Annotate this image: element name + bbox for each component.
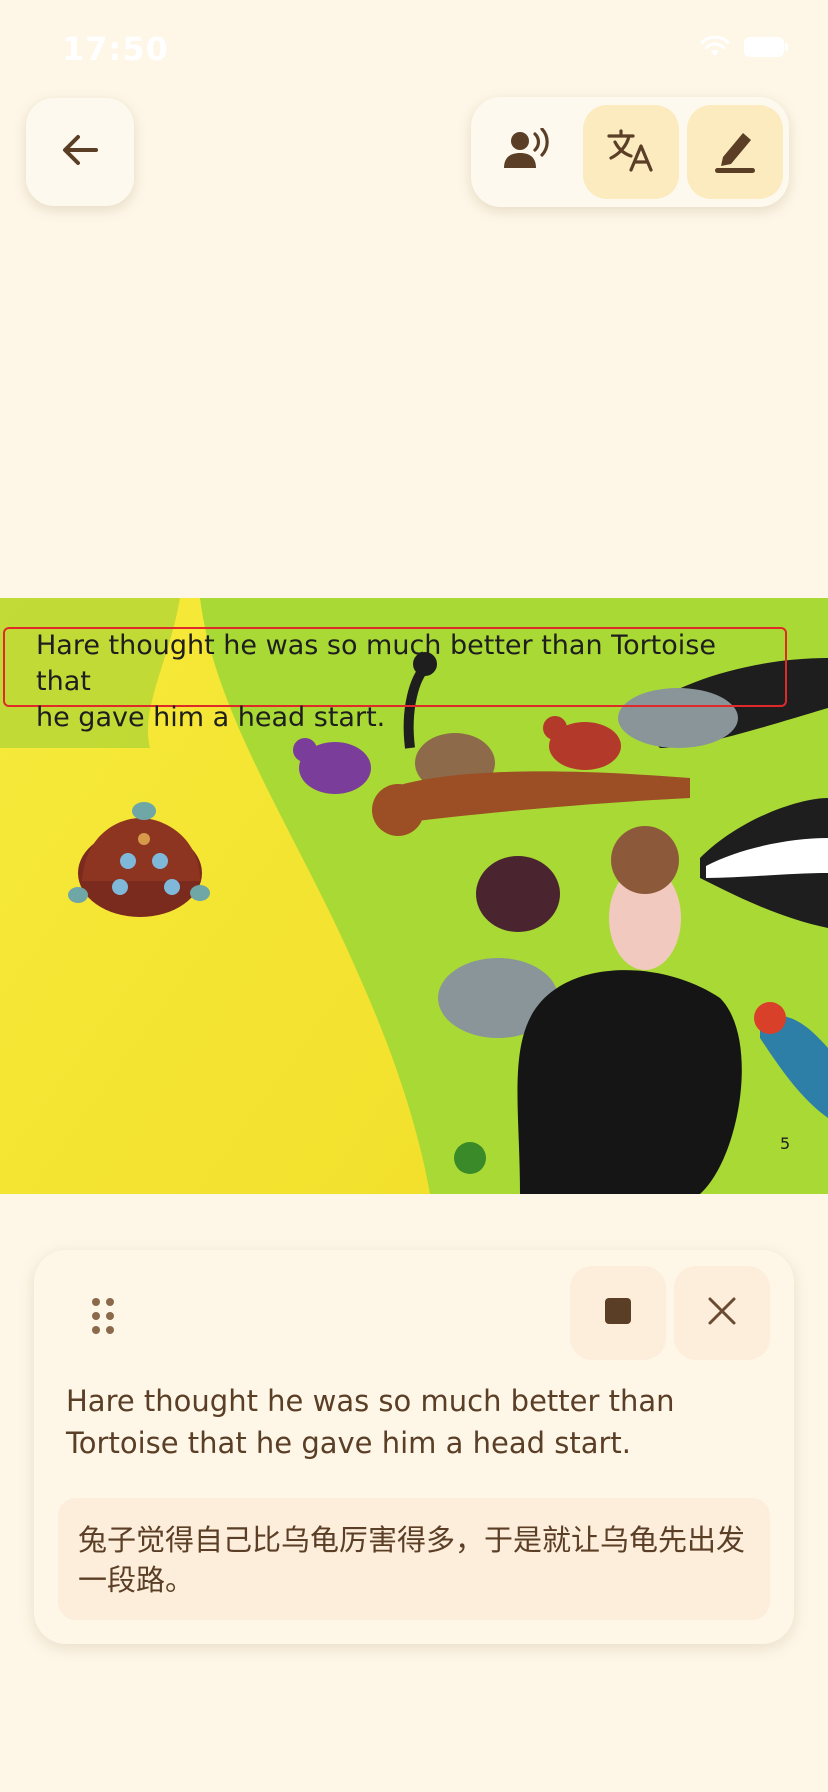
arrow-left-icon	[60, 132, 100, 172]
page-number: 5	[780, 1134, 791, 1153]
translate-icon	[607, 128, 655, 176]
translate-button[interactable]	[583, 105, 679, 199]
page-text-line2: he gave him a head start.	[36, 702, 386, 733]
back-button[interactable]	[26, 98, 134, 206]
screen: 17:50 Hare thought he was so much better…	[0, 0, 828, 1792]
close-icon	[707, 1296, 737, 1330]
stop-icon	[605, 1298, 631, 1328]
pencil-edit-icon	[713, 127, 757, 177]
page-text[interactable]: Hare thought he was so much better than …	[36, 628, 776, 736]
story-illustration[interactable]: Hare thought he was so much better than …	[0, 598, 828, 1194]
close-button[interactable]	[674, 1266, 770, 1360]
battery-icon	[744, 37, 788, 57]
english-sentence: Hare thought he was so much better than …	[66, 1384, 675, 1460]
page-text-line1: Hare thought he was so much better than …	[36, 630, 716, 697]
speaker-voice-icon	[502, 127, 552, 176]
wifi-icon	[700, 36, 730, 58]
status-icons	[700, 36, 788, 58]
chinese-translation: 兔子觉得自己比乌龟厉害得多，于是就让乌龟先出发一段路。	[78, 1523, 746, 1597]
reader-toolbar	[471, 97, 789, 207]
translation-panel: Hare thought he was so much better than …	[34, 1250, 794, 1644]
status-time: 17:50	[62, 30, 169, 68]
edit-button[interactable]	[687, 105, 783, 199]
translation-box: 兔子觉得自己比乌龟厉害得多，于是就让乌龟先出发一段路。	[58, 1498, 770, 1620]
drag-handle-icon[interactable]	[90, 1296, 116, 1336]
read-aloud-button[interactable]	[479, 105, 575, 199]
stop-button[interactable]	[570, 1266, 666, 1360]
